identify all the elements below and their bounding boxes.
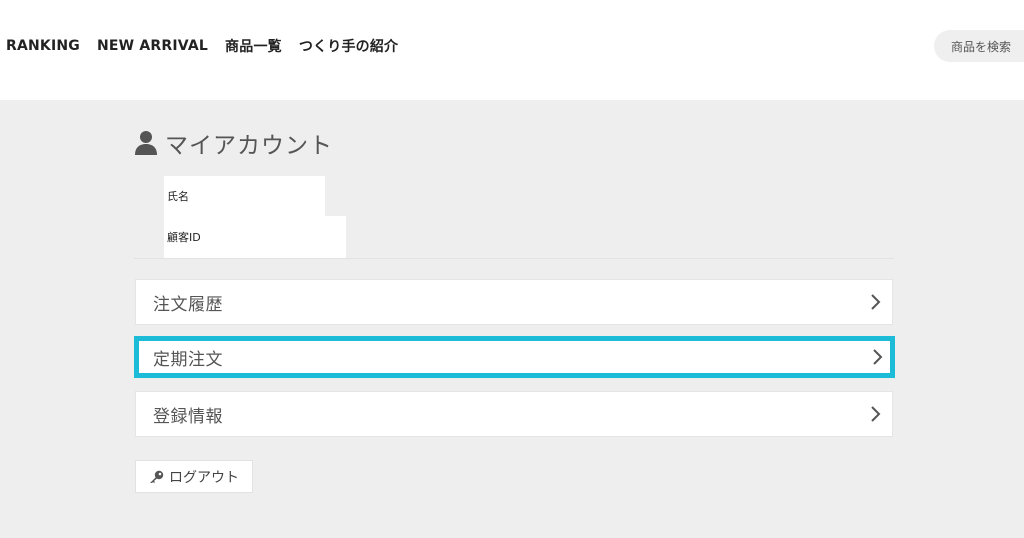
nav-ranking[interactable]: RANKING [6, 38, 80, 54]
search-input[interactable]: 商品を検索 [934, 30, 1024, 62]
search-placeholder: 商品を検索 [951, 39, 1012, 54]
chevron-right-icon [872, 348, 884, 366]
menu-registration-info-label: 登録情報 [153, 406, 223, 427]
page-title: マイアカウント [134, 126, 333, 160]
customer-name-field: 氏名 [164, 176, 325, 216]
customer-id-field: 顧客ID [164, 216, 346, 258]
user-icon [134, 130, 158, 156]
account-page: マイアカウント 氏名 顧客ID 注文履歴 定期注文 登録情報 ログアウト [0, 100, 1024, 538]
menu-registration-info[interactable]: 登録情報 [135, 391, 893, 437]
divider [134, 258, 894, 259]
customer-id-label: 顧客ID [167, 231, 201, 244]
chevron-right-icon [870, 405, 882, 423]
chevron-right-icon [870, 293, 882, 311]
logout-label: ログアウト [169, 469, 239, 486]
main-nav: RANKING NEW ARRIVAL 商品一覧 つくり手の紹介 [6, 36, 398, 56]
site-header: RANKING NEW ARRIVAL 商品一覧 つくり手の紹介 商品を検索 [0, 0, 1024, 100]
key-icon [148, 470, 164, 484]
menu-subscription-orders[interactable]: 定期注文 [134, 336, 895, 378]
nav-product-list[interactable]: 商品一覧 [225, 36, 282, 56]
nav-new-arrival[interactable]: NEW ARRIVAL [97, 38, 208, 54]
nav-makers[interactable]: つくり手の紹介 [299, 36, 398, 56]
customer-name-label: 氏名 [167, 190, 189, 203]
page-title-text: マイアカウント [165, 133, 333, 159]
menu-subscription-orders-label: 定期注文 [153, 349, 223, 370]
menu-order-history[interactable]: 注文履歴 [135, 279, 893, 325]
menu-order-history-label: 注文履歴 [153, 294, 223, 315]
logout-button[interactable]: ログアウト [135, 460, 253, 493]
